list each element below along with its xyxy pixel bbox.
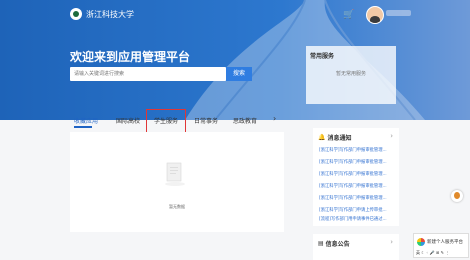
announcement-title: ▤ 信息公告: [318, 239, 350, 248]
hero-banner: 浙江科技大学 🛒 欢迎来到应用管理平台 搜索 常用服务 暂无常用服务: [0, 0, 470, 120]
tab-international[interactable]: 国际高校: [116, 116, 140, 125]
announcement-more-icon[interactable]: ›: [390, 238, 393, 246]
tab-ideological-education[interactable]: 思政教育: [233, 116, 257, 125]
chat-toolbar[interactable]: 英 ☾ ◦ 🎤 ⊞ ✎ ⋮: [416, 250, 449, 256]
tab-favorites[interactable]: 收藏应用: [74, 116, 98, 125]
list-item[interactable]: [浙江科学]写作部门申请上传审批...: [319, 207, 397, 213]
page-title: 欢迎来到应用管理平台: [70, 50, 191, 64]
common-services-title: 常用服务: [310, 53, 335, 60]
active-tab-underline: [74, 126, 92, 128]
list-item[interactable]: [浙江科学]写作部门申报审批管理...: [319, 159, 397, 165]
empty-state-text: 暂无数据: [169, 204, 185, 209]
notice-title: 🔔 消息通知: [318, 133, 352, 142]
document-icon: ▤: [318, 240, 324, 247]
university-logo[interactable]: 浙江科技大学: [70, 8, 134, 20]
assistant-float-icon[interactable]: [451, 190, 463, 202]
bell-icon: 🔔: [318, 134, 326, 141]
search-button[interactable]: 搜索: [226, 67, 252, 81]
cart-icon[interactable]: 🛒: [343, 10, 354, 20]
user-name-blurred[interactable]: [386, 10, 411, 16]
university-name: 浙江科技大学: [86, 9, 134, 19]
avatar[interactable]: [366, 6, 384, 24]
empty-document-icon: [165, 162, 185, 186]
university-seal-icon: [70, 8, 82, 20]
tabs-next-arrow-icon[interactable]: ›: [273, 114, 276, 123]
notice-card: 🔔 消息通知 › [浙江科学]写作部门申报审批管理... [浙江科学]写作部门申…: [313, 128, 399, 226]
notice-more-icon[interactable]: ›: [390, 132, 393, 140]
list-item[interactable]: [浙江科学]写作部门申报审批管理...: [319, 147, 397, 153]
list-item[interactable]: [流程]写作部门用申请事件已通过...: [319, 216, 397, 222]
common-services-empty: 暂无常用服务: [335, 71, 366, 77]
notice-title-text: 消息通知: [327, 135, 352, 142]
search-input[interactable]: [70, 67, 226, 81]
tab-daily-affairs[interactable]: 日常事务: [194, 116, 218, 125]
chat-widget[interactable]: 新建个人服务平台 英 ☾ ◦ 🎤 ⊞ ✎ ⋮: [413, 233, 469, 258]
announcement-card: ▤ 信息公告 ›: [313, 234, 399, 260]
announcement-title-text: 信息公告: [325, 241, 350, 248]
chat-logo-icon: [417, 238, 425, 246]
chat-widget-title: 新建个人服务平台: [427, 240, 463, 245]
list-item[interactable]: [浙江科学]写作部门申报审批管理...: [319, 171, 397, 177]
top-navigation: 浙江科技大学 🛒: [0, 0, 470, 32]
common-services-panel: 常用服务 暂无常用服务: [306, 46, 396, 104]
list-item[interactable]: [浙江科学]写作部门申报审批管理...: [319, 183, 397, 189]
apps-content-area: 暂无数据: [70, 132, 284, 232]
list-item[interactable]: [浙江科学]写作部门申报审批管理...: [319, 195, 397, 201]
